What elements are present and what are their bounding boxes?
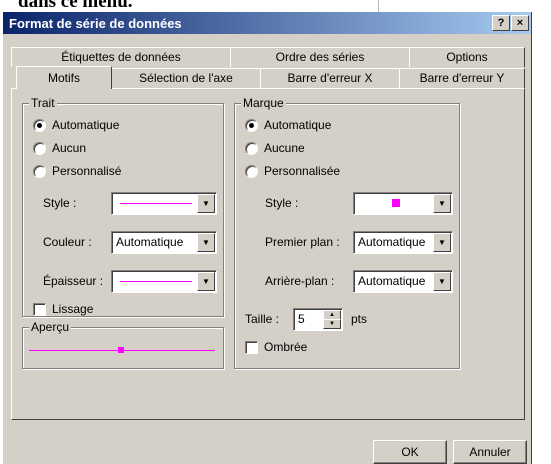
chevron-down-icon[interactable]: ▼ xyxy=(433,194,451,213)
radio-indicator xyxy=(33,164,46,178)
checkbox-box xyxy=(245,340,258,354)
cancel-button[interactable]: Annuler xyxy=(453,440,527,464)
ombree-label: Ombrée xyxy=(264,340,308,354)
close-button[interactable]: × xyxy=(511,15,529,31)
chevron-down-icon[interactable]: ▼ xyxy=(433,272,451,291)
radio-indicator xyxy=(245,141,258,155)
tab-ordre-series[interactable]: Ordre des séries xyxy=(230,47,410,67)
line-weight-preview xyxy=(120,281,192,282)
marque-radio-aucune-label: Aucune xyxy=(264,141,305,155)
ok-button[interactable]: OK xyxy=(373,440,447,464)
chevron-down-icon[interactable]: ▼ xyxy=(197,272,215,291)
trait-epaisseur-label: Épaisseur : xyxy=(43,274,104,288)
checkbox-box xyxy=(33,302,46,316)
marque-radio-aucune[interactable]: Aucune xyxy=(245,141,305,155)
premier-plan-label: Premier plan : xyxy=(265,235,340,249)
chevron-down-icon[interactable]: ▼ xyxy=(197,194,215,213)
help-button[interactable]: ? xyxy=(492,15,510,31)
trait-group: Trait Automatique Aucun Personnalisé Sty… xyxy=(22,96,224,317)
marque-style-select[interactable]: ▼ xyxy=(353,192,453,215)
preview-marker xyxy=(118,347,124,353)
tab-barre-erreur-y[interactable]: Barre d'erreur Y xyxy=(399,68,525,88)
trait-epaisseur-select[interactable]: ▼ xyxy=(111,270,217,293)
trait-legend: Trait xyxy=(29,96,57,110)
arriere-plan-select[interactable]: Automatique ▼ xyxy=(353,270,453,293)
trait-radio-automatique-label: Automatique xyxy=(52,118,120,132)
motifs-panel: Trait Automatique Aucun Personnalisé Sty… xyxy=(11,88,525,420)
trait-couleur-label: Couleur : xyxy=(43,235,92,249)
spin-down-icon[interactable]: ▼ xyxy=(323,319,341,329)
lissage-checkbox[interactable]: Lissage xyxy=(33,302,93,316)
lissage-label: Lissage xyxy=(52,302,94,316)
marque-radio-personnalisee-label: Personnalisée xyxy=(264,164,341,178)
marque-radio-automatique-label: Automatique xyxy=(264,118,332,132)
trait-couleur-value: Automatique xyxy=(116,235,184,249)
tab-barre-erreur-x[interactable]: Barre d'erreur X xyxy=(260,68,400,88)
chevron-down-icon[interactable]: ▼ xyxy=(433,233,451,252)
taille-spinner[interactable]: 5 ▲ ▼ xyxy=(293,308,343,331)
radio-selected-indicator xyxy=(33,118,46,132)
trait-radio-personnalise-label: Personnalisé xyxy=(52,164,122,178)
title-bar[interactable]: Format de série de données ? × xyxy=(3,12,531,34)
marque-group: Marque Automatique Aucune Personnalisée … xyxy=(234,96,460,369)
apercu-group: Aperçu xyxy=(22,320,224,369)
radio-indicator xyxy=(245,164,258,178)
radio-selected-indicator xyxy=(245,118,258,132)
format-series-dialog: Format de série de données ? × Étiquette… xyxy=(3,12,532,464)
trait-radio-aucun-label: Aucun xyxy=(52,141,87,155)
tab-etiquettes-donnees[interactable]: Étiquettes de données xyxy=(11,47,231,67)
chevron-down-icon[interactable]: ▼ xyxy=(197,233,215,252)
marque-legend: Marque xyxy=(241,96,286,110)
radio-indicator xyxy=(33,141,46,155)
tab-selection-axe[interactable]: Sélection de l'axe xyxy=(111,68,261,88)
line-style-preview xyxy=(120,203,192,204)
trait-style-label: Style : xyxy=(43,196,77,210)
apercu-legend: Aperçu xyxy=(29,320,72,334)
ombree-checkbox[interactable]: Ombrée xyxy=(245,340,307,354)
trait-radio-aucun[interactable]: Aucun xyxy=(33,141,86,155)
tab-motifs[interactable]: Motifs xyxy=(16,66,112,89)
marque-style-label: Style : xyxy=(265,196,299,210)
arriere-plan-label: Arrière-plan : xyxy=(265,274,335,288)
taille-value: 5 xyxy=(298,312,305,326)
arriere-plan-value: Automatique xyxy=(358,274,426,288)
premier-plan-value: Automatique xyxy=(358,235,426,249)
marque-radio-personnalisee[interactable]: Personnalisée xyxy=(245,164,340,178)
trait-couleur-select[interactable]: Automatique ▼ xyxy=(111,231,217,254)
taille-label: Taille : xyxy=(245,312,280,326)
trait-style-select[interactable]: ▼ xyxy=(111,192,217,215)
trait-radio-automatique[interactable]: Automatique xyxy=(33,118,119,132)
trait-radio-personnalise[interactable]: Personnalisé xyxy=(33,164,121,178)
premier-plan-select[interactable]: Automatique ▼ xyxy=(353,231,453,254)
dialog-title: Format de série de données xyxy=(9,16,182,31)
tab-options[interactable]: Options xyxy=(409,47,525,67)
taille-unit: pts xyxy=(351,312,368,326)
marker-style-preview xyxy=(392,199,400,207)
marque-radio-automatique[interactable]: Automatique xyxy=(245,118,331,132)
